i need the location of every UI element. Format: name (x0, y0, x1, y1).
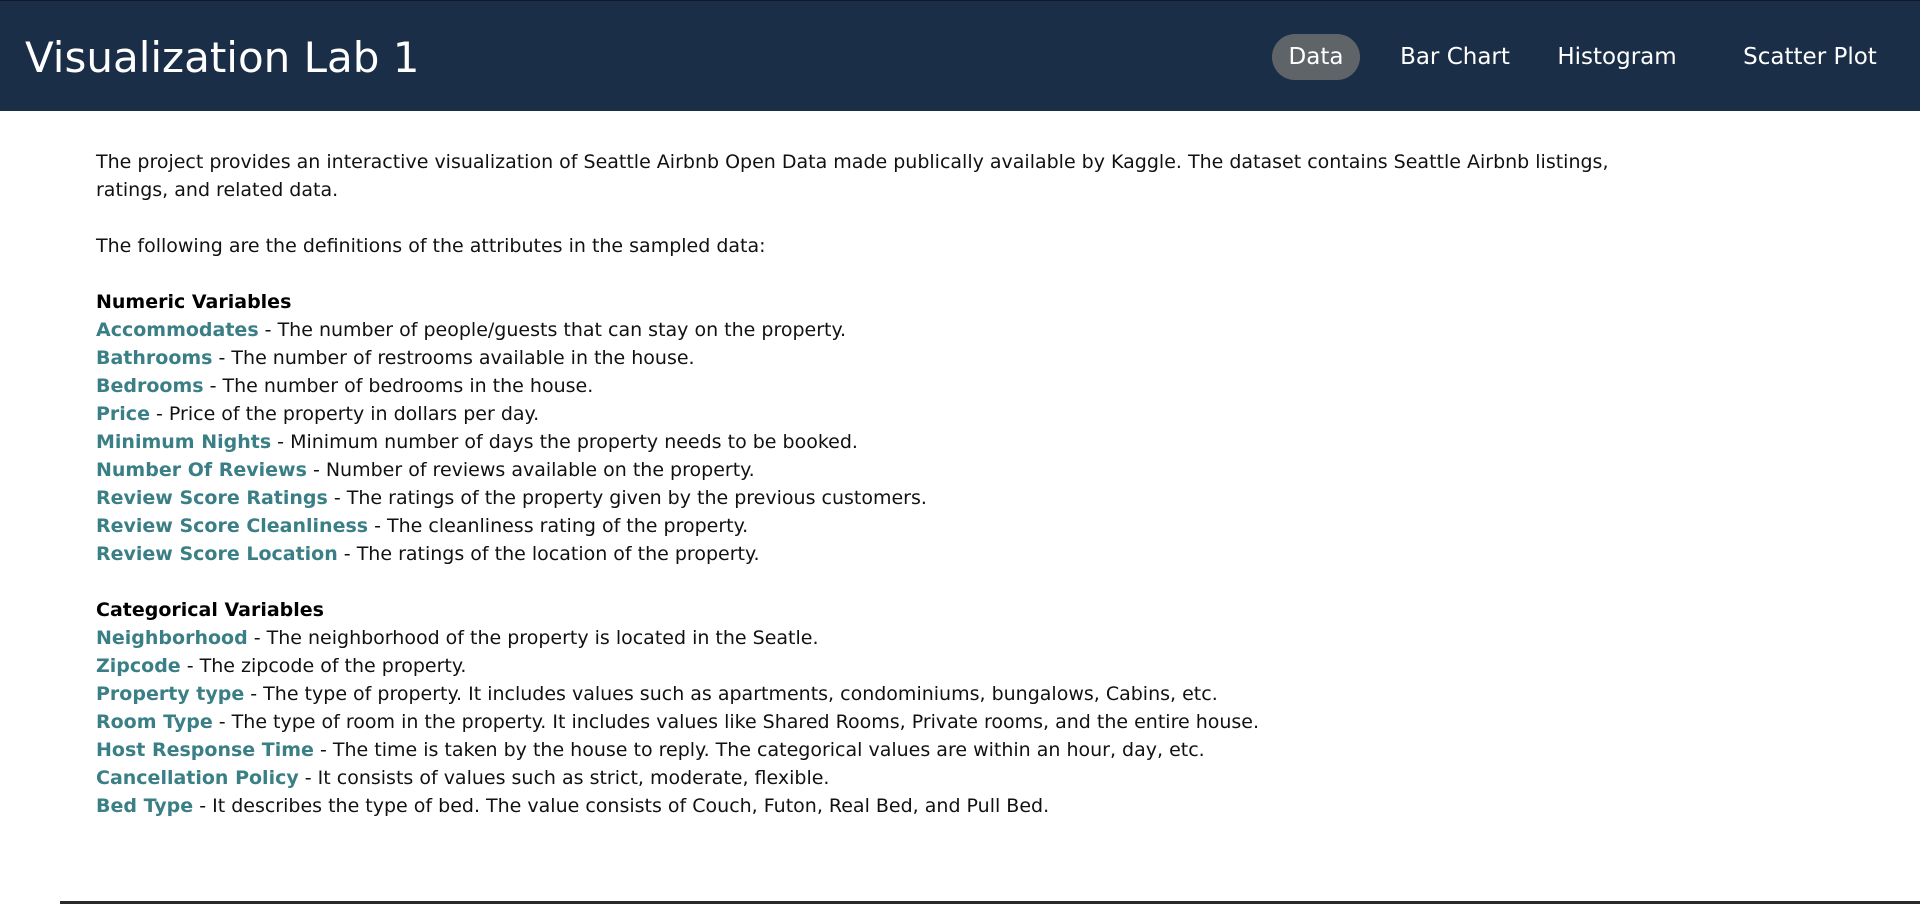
term-description: - The cleanliness rating of the property… (368, 515, 749, 537)
term-description: - It consists of values such as strict, … (298, 767, 830, 789)
term-description: - The number of people/guests that can s… (258, 319, 847, 341)
term-number-of-reviews: Number Of Reviews (96, 459, 307, 481)
definition-row: Minimum Nights - Minimum number of days … (96, 428, 1656, 456)
term-zipcode: Zipcode (96, 655, 181, 677)
definition-row: Zipcode - The zipcode of the property. (96, 652, 1656, 680)
term-price: Price (96, 403, 150, 425)
definition-row: Neighborhood - The neighborhood of the p… (96, 624, 1656, 652)
term-neighborhood: Neighborhood (96, 627, 248, 649)
term-description: - The type of room in the property. It i… (212, 711, 1260, 733)
term-host-response-time: Host Response Time (96, 739, 314, 761)
term-description: - The ratings of the location of the pro… (337, 543, 760, 565)
main-content: The project provides an interactive visu… (96, 148, 1656, 820)
term-property-type: Property type (96, 683, 245, 705)
definition-row: Price - Price of the property in dollars… (96, 400, 1656, 428)
definition-row: Bed Type - It describes the type of bed.… (96, 792, 1656, 820)
term-description: - The time is taken by the house to repl… (313, 739, 1205, 761)
definition-row: Accommodates - The number of people/gues… (96, 316, 1656, 344)
term-description: - It describes the type of bed. The valu… (193, 795, 1050, 817)
numeric-section: Numeric Variables Accommodates - The num… (96, 288, 1656, 568)
categorical-heading: Categorical Variables (96, 599, 324, 621)
categorical-section: Categorical Variables Neighborhood - The… (96, 596, 1656, 820)
term-description: - The zipcode of the property. (180, 655, 467, 677)
term-cancellation-policy: Cancellation Policy (96, 767, 299, 789)
app-title[interactable]: Visualization Lab 1 (25, 33, 420, 83)
definition-row: Bedrooms - The number of bedrooms in the… (96, 372, 1656, 400)
term-review-score-location: Review Score Location (96, 543, 338, 565)
term-accommodates: Accommodates (96, 319, 259, 341)
term-minimum-nights: Minimum Nights (96, 431, 272, 453)
term-description: - The neighborhood of the property is lo… (247, 627, 819, 649)
definition-row: Room Type - The type of room in the prop… (96, 708, 1656, 736)
term-description: - Number of reviews available on the pro… (306, 459, 755, 481)
definition-row: Bathrooms - The number of restrooms avai… (96, 344, 1656, 372)
definition-row: Review Score Ratings - The ratings of th… (96, 484, 1656, 512)
nav-tab-data[interactable]: Data (1272, 34, 1360, 80)
term-description: - Minimum number of days the property ne… (271, 431, 858, 453)
definition-row: Review Score Cleanliness - The cleanline… (96, 512, 1656, 540)
nav-tab-scatter-plot[interactable]: Scatter Plot (1730, 34, 1890, 80)
term-room-type: Room Type (96, 711, 213, 733)
term-description: - The type of property. It includes valu… (244, 683, 1218, 705)
term-bedrooms: Bedrooms (96, 375, 204, 397)
term-review-score-cleanliness: Review Score Cleanliness (96, 515, 369, 537)
term-description: - Price of the property in dollars per d… (149, 403, 540, 425)
definition-row: Host Response Time - The time is taken b… (96, 736, 1656, 764)
nav-tab-histogram[interactable]: Histogram (1550, 34, 1684, 80)
term-description: - The number of bedrooms in the house. (203, 375, 594, 397)
numeric-heading: Numeric Variables (96, 291, 292, 313)
definition-row: Review Score Location - The ratings of t… (96, 540, 1656, 568)
definition-row: Property type - The type of property. It… (96, 680, 1656, 708)
term-description: - The number of restrooms available in t… (212, 347, 695, 369)
term-bathrooms: Bathrooms (96, 347, 213, 369)
term-review-score-ratings: Review Score Ratings (96, 487, 328, 509)
intro-paragraph: The project provides an interactive visu… (96, 151, 1609, 201)
nav-tab-bar-chart[interactable]: Bar Chart (1392, 34, 1518, 80)
definitions-intro: The following are the definitions of the… (96, 235, 766, 257)
top-navbar: Visualization Lab 1 Data Bar Chart Histo… (0, 0, 1920, 111)
definition-row: Number Of Reviews - Number of reviews av… (96, 456, 1656, 484)
term-description: - The ratings of the property given by t… (327, 487, 927, 509)
definition-row: Cancellation Policy - It consists of val… (96, 764, 1656, 792)
term-bed-type: Bed Type (96, 795, 194, 817)
